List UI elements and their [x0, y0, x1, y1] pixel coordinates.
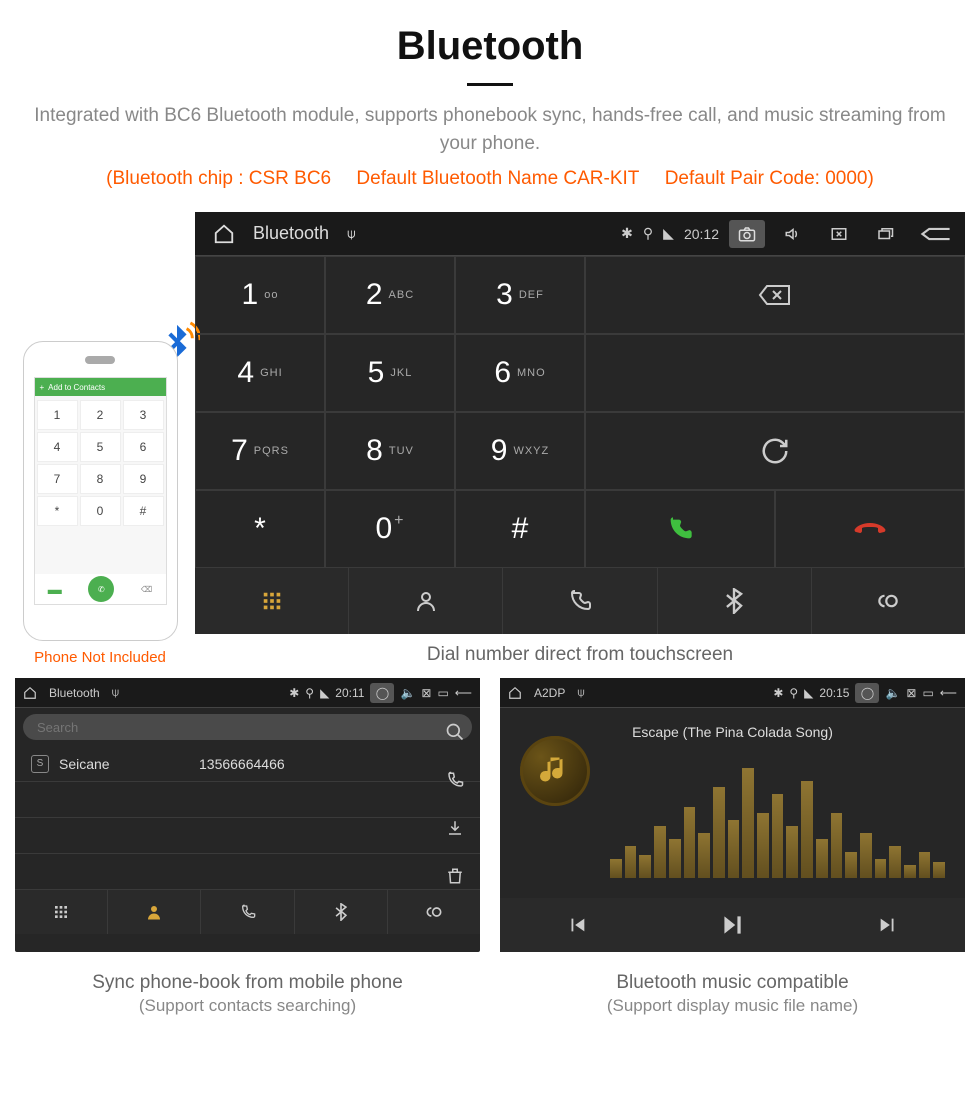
tab-pairing[interactable]: [812, 568, 965, 634]
screenshot-button[interactable]: ◯: [855, 683, 879, 703]
tab-recent[interactable]: [503, 568, 657, 634]
tab-bluetooth[interactable]: [658, 568, 812, 634]
phone-mockup: +Add to Contacts 123 456 789 *0# ▬ ✆ ⌫: [23, 341, 178, 641]
key-star[interactable]: *: [195, 490, 325, 568]
status-title: Bluetooth: [49, 686, 100, 700]
next-track-button[interactable]: [877, 914, 899, 936]
usb-icon: ⍦: [112, 685, 119, 700]
back-button[interactable]: [913, 220, 959, 248]
location-icon: ⚲: [643, 225, 653, 242]
status-title: A2DP: [534, 686, 565, 700]
call-button[interactable]: [585, 490, 775, 568]
close-icon[interactable]: ⊠: [906, 686, 916, 700]
key-9[interactable]: 9WXYZ: [455, 412, 585, 490]
tab-contacts[interactable]: [349, 568, 503, 634]
contact-number: 13566664466: [199, 756, 285, 772]
music-panel: A2DP ⍦ ✱⚲◣ 20:15 ◯ 🔈 ⊠ ▭ ⟵ Escape (The P…: [500, 678, 965, 952]
redial-button[interactable]: [585, 412, 965, 490]
back-icon[interactable]: ⟵: [455, 686, 472, 700]
dialer-panel: Bluetooth ⍦ ✱ ⚲ ◣ 20:12 1ᴏᴏ 2ABC: [195, 212, 965, 634]
volume-icon[interactable]: 🔈: [400, 686, 415, 700]
close-icon[interactable]: ⊠: [421, 686, 431, 700]
recent-icon[interactable]: ▭: [437, 686, 448, 700]
page-title: Bluetooth: [0, 24, 980, 69]
status-time: 20:15: [819, 686, 849, 700]
screenshot-button[interactable]: ◯: [370, 683, 394, 703]
contacts-caption: Sync phone-book from mobile phone: [15, 972, 480, 994]
tab-contacts[interactable]: [108, 890, 201, 934]
song-title: Escape (The Pina Colada Song): [510, 724, 955, 740]
music-caption-sub: (Support display music file name): [500, 996, 965, 1016]
contacts-panel: Bluetooth ⍦ ✱⚲◣ 20:11 ◯ 🔈 ⊠ ▭ ⟵ S Seican…: [15, 678, 480, 952]
key-4[interactable]: 4GHI: [195, 334, 325, 412]
statusbar-title: Bluetooth: [253, 223, 329, 244]
key-3[interactable]: 3DEF: [455, 256, 585, 334]
description: Integrated with BC6 Bluetooth module, su…: [0, 102, 980, 158]
contact-badge: S: [31, 755, 49, 773]
home-icon[interactable]: [23, 686, 37, 700]
backspace-button[interactable]: [585, 256, 965, 334]
phone-keypad: 123 456 789 *0#: [35, 396, 166, 530]
bluetooth-icon: ✱: [621, 225, 633, 242]
music-caption: Bluetooth music compatible: [500, 972, 965, 994]
play-pause-button[interactable]: [719, 912, 745, 938]
download-icon[interactable]: [438, 810, 472, 846]
tab-dialpad[interactable]: [15, 890, 108, 934]
home-icon[interactable]: [213, 223, 235, 245]
volume-icon[interactable]: 🔈: [885, 686, 900, 700]
tab-dialpad[interactable]: [195, 568, 349, 634]
key-6[interactable]: 6MNO: [455, 334, 585, 412]
key-7[interactable]: 7PQRS: [195, 412, 325, 490]
delete-icon[interactable]: [438, 858, 472, 894]
prev-track-button[interactable]: [566, 914, 588, 936]
tab-bluetooth[interactable]: [295, 890, 388, 934]
search-icon[interactable]: [438, 714, 472, 750]
tab-recent[interactable]: [201, 890, 294, 934]
key-5[interactable]: 5JKL: [325, 334, 455, 412]
recent-apps-button[interactable]: [867, 220, 903, 248]
contact-name: Seicane: [59, 756, 199, 772]
title-underline: [467, 83, 513, 86]
usb-icon: ⍦: [347, 225, 355, 242]
back-icon[interactable]: ⟵: [940, 686, 957, 700]
phone-add-contacts: +Add to Contacts: [35, 378, 166, 396]
home-icon[interactable]: [508, 686, 522, 700]
contact-row[interactable]: S Seicane 13566664466: [15, 746, 480, 782]
key-8[interactable]: 8TUV: [325, 412, 455, 490]
key-hash[interactable]: #: [455, 490, 585, 568]
visualizer: [610, 748, 945, 878]
key-1[interactable]: 1ᴏᴏ: [195, 256, 325, 334]
spec-chip: (Bluetooth chip : CSR BC6: [106, 168, 331, 189]
specs-line: (Bluetooth chip : CSR BC6 Default Blueto…: [0, 168, 980, 190]
volume-button[interactable]: [775, 220, 811, 248]
key-2[interactable]: 2ABC: [325, 256, 455, 334]
phone-note: Phone Not Included: [15, 649, 185, 666]
recent-icon[interactable]: ▭: [922, 686, 933, 700]
number-display: [585, 334, 965, 412]
wifi-icon: ◣: [663, 225, 674, 242]
usb-icon: ⍦: [577, 685, 584, 700]
close-app-button[interactable]: [821, 220, 857, 248]
dialer-caption: Dial number direct from touchscreen: [195, 644, 965, 666]
screenshot-button[interactable]: [729, 220, 765, 248]
call-icon[interactable]: [438, 762, 472, 798]
status-time: 20:11: [335, 686, 364, 700]
spec-pair: Default Pair Code: 0000): [665, 168, 874, 189]
album-art-icon: [520, 736, 590, 806]
hangup-button[interactable]: [775, 490, 965, 568]
statusbar-time: 20:12: [684, 226, 719, 242]
search-input[interactable]: [23, 714, 472, 740]
tab-pairing[interactable]: [388, 890, 480, 934]
key-0[interactable]: 0+: [325, 490, 455, 568]
contacts-caption-sub: (Support contacts searching): [15, 996, 480, 1016]
spec-name: Default Bluetooth Name CAR-KIT: [356, 168, 639, 189]
